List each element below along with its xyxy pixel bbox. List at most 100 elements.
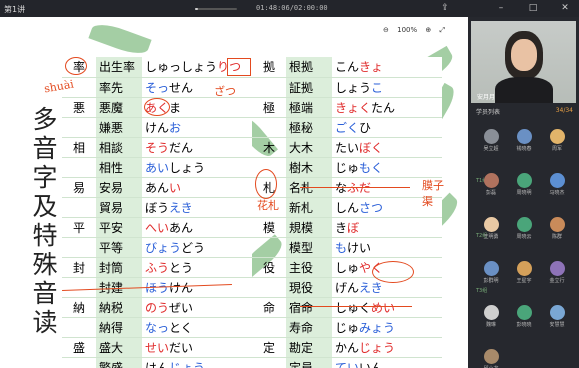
word-cell: 極秘 — [286, 117, 332, 138]
student-avatar — [516, 217, 532, 232]
word-cell: 出生率 — [96, 57, 142, 78]
word-cell: 現役 — [286, 277, 332, 298]
table-row: 証拠 しょうこ — [252, 77, 442, 98]
reading-segment: だん — [169, 140, 194, 155]
reading-segment: たい — [335, 140, 360, 155]
reading-cell: せいだい — [142, 337, 252, 358]
reading-segment: さつ — [359, 200, 384, 215]
zoom-out-icon[interactable]: ⊖ — [383, 26, 389, 34]
student-tile[interactable]: 王星宇 — [511, 261, 537, 284]
word-cell: 平等 — [96, 237, 142, 258]
close-icon[interactable]: ✕ — [558, 2, 572, 15]
reading-cell: きぼ — [332, 217, 442, 238]
student-tile[interactable]: 魏琳 — [478, 305, 504, 328]
reading-cell: じゅもく — [332, 157, 442, 178]
student-tile[interactable]: 金立行 — [544, 261, 570, 284]
reading-segment: ぜい — [169, 300, 194, 315]
student-tile[interactable]: 钱晓春 — [511, 129, 537, 152]
table-row: 嫌悪 けんお — [62, 117, 252, 138]
reading-segment: こ — [371, 80, 384, 95]
table-row: 現役 げんえき — [252, 277, 442, 298]
table-row: 繁盛 はんじょう — [62, 357, 252, 368]
student-tile[interactable]: 周晓云 — [511, 217, 537, 240]
lesson-timer: 01:48:06/02:00:00 — [256, 4, 328, 12]
reading-segment: びょう — [145, 240, 182, 255]
student-avatar — [549, 217, 565, 232]
kanji-head: 木 — [252, 137, 286, 158]
annotation-circle — [372, 261, 414, 283]
reading-segment: はん — [145, 360, 170, 368]
student-name: 陈群 — [551, 234, 562, 240]
annotation-underline — [300, 306, 412, 307]
zoom-in-icon[interactable]: ⊕ — [425, 26, 431, 34]
word-cell: 相性 — [96, 157, 142, 178]
student-tile[interactable]: 陈群 — [544, 217, 570, 240]
student-avatar — [549, 305, 565, 320]
side-panel: 安月月 学员列表 34/34 T1组 T2组 T3组 吴立超 钱晓春 周军 彭磊 周晓明… — [468, 17, 579, 368]
reading-segment: あい — [145, 160, 170, 175]
student-avatar — [483, 173, 499, 188]
table-row: 命宿命 しゅくめい — [252, 297, 442, 318]
table-row: 極極端 きょくたん — [252, 97, 442, 118]
table-row: 率出生率 しゅっしょうりつ — [62, 57, 252, 78]
word-cell: 相談 — [96, 137, 142, 158]
reading-cell: びょうどう — [142, 237, 252, 258]
reading-cell: ぼうえき — [142, 197, 252, 218]
reading-segment: たん — [371, 100, 396, 115]
student-tile[interactable]: 安慧慧 — [544, 305, 570, 328]
reading-cell: のうぜい — [142, 297, 252, 318]
student-tile[interactable]: 邱小龙 — [478, 349, 504, 368]
share-icon[interactable]: ⇪ — [438, 2, 452, 15]
reading-segment: けん — [169, 280, 194, 295]
table-row: 寿命 じゅみょう — [252, 317, 442, 338]
reading-segment: えき — [359, 280, 383, 295]
word-cell: 平安 — [96, 217, 142, 238]
reading-segment: きょく — [335, 100, 372, 115]
student-tile[interactable]: 彭磊 — [478, 173, 504, 196]
word-cell: 主役 — [286, 257, 332, 278]
reading-cell: あいしょう — [142, 157, 252, 178]
classroom-window: 第1讲 01:48:06/02:00:00 ⇪ – □ ✕ ⊖ 100% ⊕ ⤢… — [0, 0, 579, 368]
presentation-slide: ⊖ 100% ⊕ ⤢ 多音字及特殊音读 率出生率 しゅっしょうりつ 率先 そっせん悪悪… — [0, 17, 468, 368]
kanji-head: 役 — [252, 257, 286, 278]
kanji-head — [62, 237, 96, 258]
reading-segment: ぼう — [145, 200, 170, 215]
kanji-head: 命 — [252, 297, 286, 318]
table-row: 模規模 きぼ — [252, 217, 442, 238]
kanji-head: 極 — [252, 97, 286, 118]
title-bar: 第1讲 01:48:06/02:00:00 ⇪ – □ ✕ — [0, 0, 579, 17]
kanji-head — [252, 357, 286, 368]
student-tile[interactable]: 周晓明 — [511, 173, 537, 196]
reading-segment: じゅ — [335, 160, 360, 175]
student-name: 安慧慧 — [549, 322, 565, 328]
right-reading-table: 拠根拠 こんきょ 証拠 しょうこ極極端 きょくたん 極秘 ごくひ木大木 たいぼく 樹木 じゅもく札… — [252, 57, 442, 368]
teacher-avatar — [511, 39, 537, 71]
annotation-circle — [65, 57, 87, 75]
kanji-head — [252, 77, 286, 98]
reading-cell: そうだん — [142, 137, 252, 158]
reading-segment: そう — [145, 140, 170, 155]
student-tile[interactable]: 王明勇 — [478, 217, 504, 240]
playback-progress[interactable] — [195, 8, 237, 10]
table-row: 易安易 あんい — [62, 177, 252, 198]
student-name: 马晓杰 — [549, 190, 565, 196]
kanji-head — [62, 317, 96, 338]
word-cell: 安易 — [96, 177, 142, 198]
word-cell: 納税 — [96, 297, 142, 318]
student-tile[interactable]: 吴立超 — [478, 129, 504, 152]
minimize-icon[interactable]: – — [494, 2, 508, 15]
reading-cell: こんきょ — [332, 57, 442, 78]
table-row: 相相談 そうだん — [62, 137, 252, 158]
fit-screen-icon[interactable]: ⤢ — [439, 26, 445, 34]
table-row: 平平安 へいあん — [62, 217, 252, 238]
annotation-word: 花札 — [257, 199, 279, 212]
student-tile[interactable]: 马晓杰 — [544, 173, 570, 196]
kanji-head — [252, 237, 286, 258]
student-avatar — [516, 261, 532, 276]
reading-segment: しゅ — [335, 260, 360, 275]
student-tile[interactable]: 彭晓晓 — [511, 305, 537, 328]
student-tile[interactable]: 周军 — [544, 129, 570, 152]
maximize-icon[interactable]: □ — [526, 2, 540, 15]
student-tile[interactable]: 彭群明 — [478, 261, 504, 284]
reading-cell: しゅくめい — [332, 297, 442, 318]
